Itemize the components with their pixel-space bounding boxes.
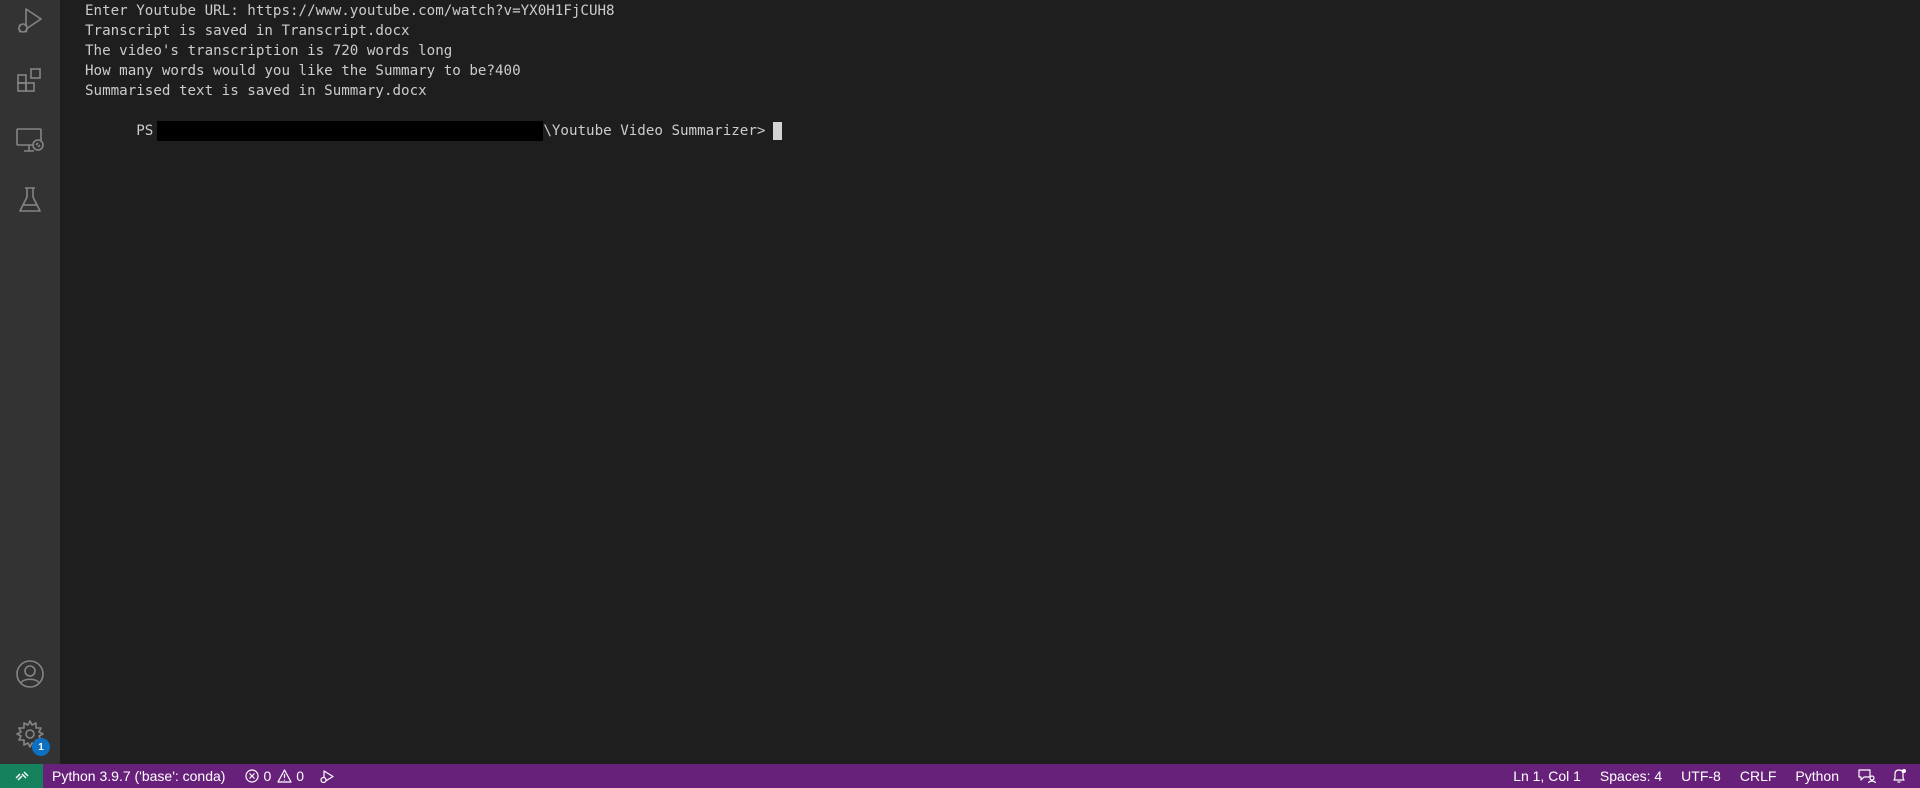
cursor-position-label: Ln 1, Col 1 [1513,768,1581,784]
feedback-button[interactable] [1846,764,1883,788]
python-interpreter-button[interactable]: Python 3.9.7 ('base': conda) [43,764,232,788]
remote-icon [15,771,28,781]
terminal-line: The video's transcription is 720 words l… [85,43,453,59]
terminal-line: Enter Youtube URL: https://www.youtube.c… [85,3,615,19]
terminal-panel[interactable]: Enter Youtube URL: https://www.youtube.c… [85,0,1920,764]
vscode-window: 1 Enter Youtube URL: https://www.youtube… [0,0,1920,788]
language-mode-button[interactable]: Python [1783,764,1846,788]
problems-button[interactable]: 0 0 [232,764,311,788]
language-mode-label: Python [1795,768,1839,784]
eol-label: CRLF [1739,768,1777,784]
terminal-cursor[interactable] [773,122,783,140]
indentation-button[interactable]: Spaces: 4 [1588,764,1669,788]
feedback-icon [1858,769,1876,784]
run-debug-status-button[interactable] [311,764,342,788]
terminal-prompt-line: PS \Youtube Video Summarizer> [85,101,1920,141]
cursor-position-button[interactable]: Ln 1, Col 1 [1506,764,1588,788]
debug-run-icon [320,770,334,784]
terminal-line: Summarised text is saved in Summary.docx [85,83,427,99]
warning-count: 0 [296,768,305,784]
prompt-path: \Youtube Video Summarizer> [543,123,766,139]
run-debug-icon[interactable] [12,2,48,38]
remote-indicator-button[interactable] [0,764,43,788]
error-icon [245,769,260,783]
manage-badge: 1 [32,738,50,756]
encoding-label: UTF-8 [1681,768,1721,784]
redacted-path [157,121,544,141]
bell-icon [1893,769,1906,783]
status-bar: Python 3.9.7 ('base': conda) 0 0 Ln 1, C… [0,764,1920,788]
eol-button[interactable]: CRLF [1728,764,1784,788]
terminal-line: Transcript is saved in Transcript.docx [85,23,410,39]
warning-icon [277,769,292,783]
accounts-icon[interactable] [12,656,48,692]
extensions-icon[interactable] [12,62,48,98]
python-interpreter-label: Python 3.9.7 ('base': conda) [52,768,226,784]
manage-gear-icon[interactable]: 1 [12,716,50,756]
error-count: 0 [263,768,272,784]
terminal-line: How many words would you like the Summar… [85,63,521,79]
activity-bar: 1 [0,0,60,764]
prompt-prefix: PS [136,123,154,139]
indentation-label: Spaces: 4 [1599,768,1663,784]
encoding-button[interactable]: UTF-8 [1669,764,1728,788]
notifications-button[interactable] [1883,764,1914,788]
remote-explorer-icon[interactable] [12,122,48,158]
testing-icon[interactable] [12,182,48,218]
